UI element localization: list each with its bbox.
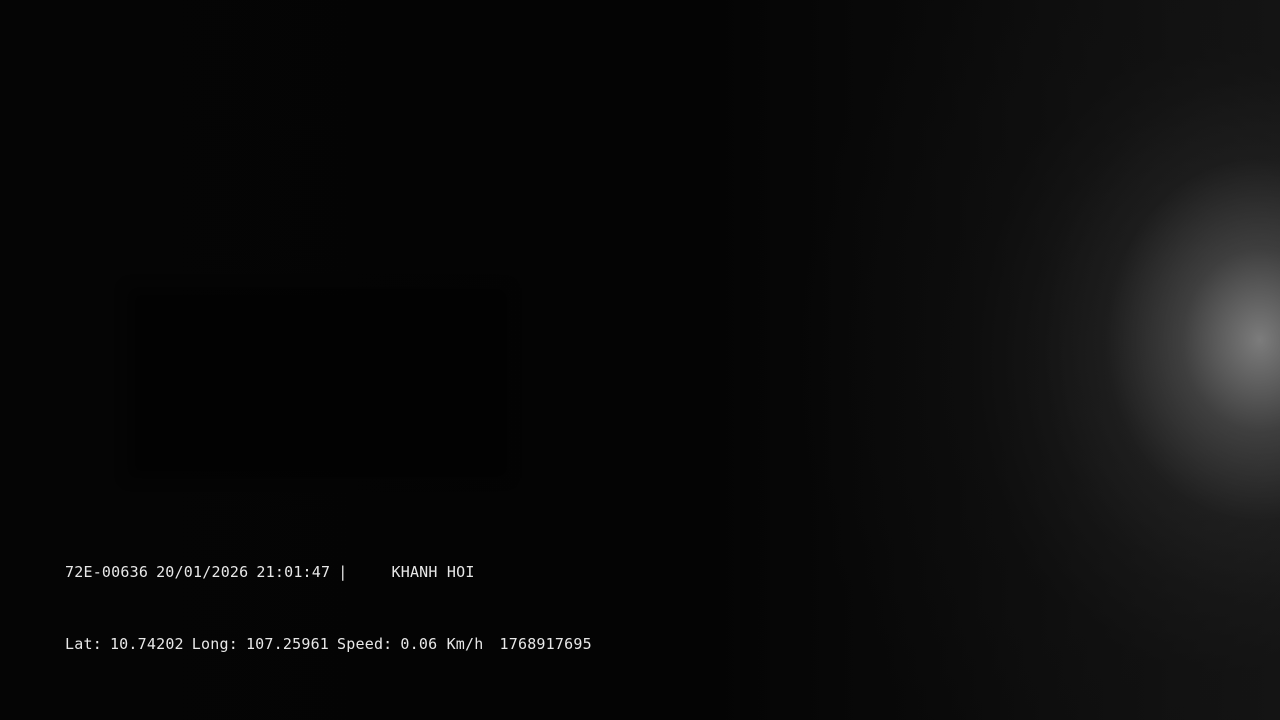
speed-label: Speed:	[337, 635, 393, 653]
camera-frame: 72E-00636 20/01/2026 21:01:47 | KHANH HOI La…	[0, 0, 1280, 720]
osd-separator: |	[338, 563, 348, 581]
lat-label: Lat:	[65, 635, 102, 653]
osd-bottom-line: Lat: 10.74202 Long: 107.25961 Speed: 0.06 Km/…	[65, 635, 592, 653]
dark-region	[128, 288, 508, 478]
osd-location: KHANH HOI	[391, 563, 475, 581]
long-value: 107.25961	[245, 635, 330, 653]
osd-date: 20/01/2026	[156, 563, 249, 581]
long-label: Long:	[191, 635, 238, 653]
osd-top-line: 72E-00636 20/01/2026 21:01:47 | KHANH HOI	[65, 563, 475, 581]
lat-value: 10.74202	[109, 635, 184, 653]
speed-value: 0.06 Km/h	[400, 635, 484, 653]
unix-timestamp: 1768917695	[499, 635, 592, 653]
osd-time: 21:01:47	[256, 563, 331, 581]
vehicle-plate: 72E-00636	[65, 563, 149, 581]
